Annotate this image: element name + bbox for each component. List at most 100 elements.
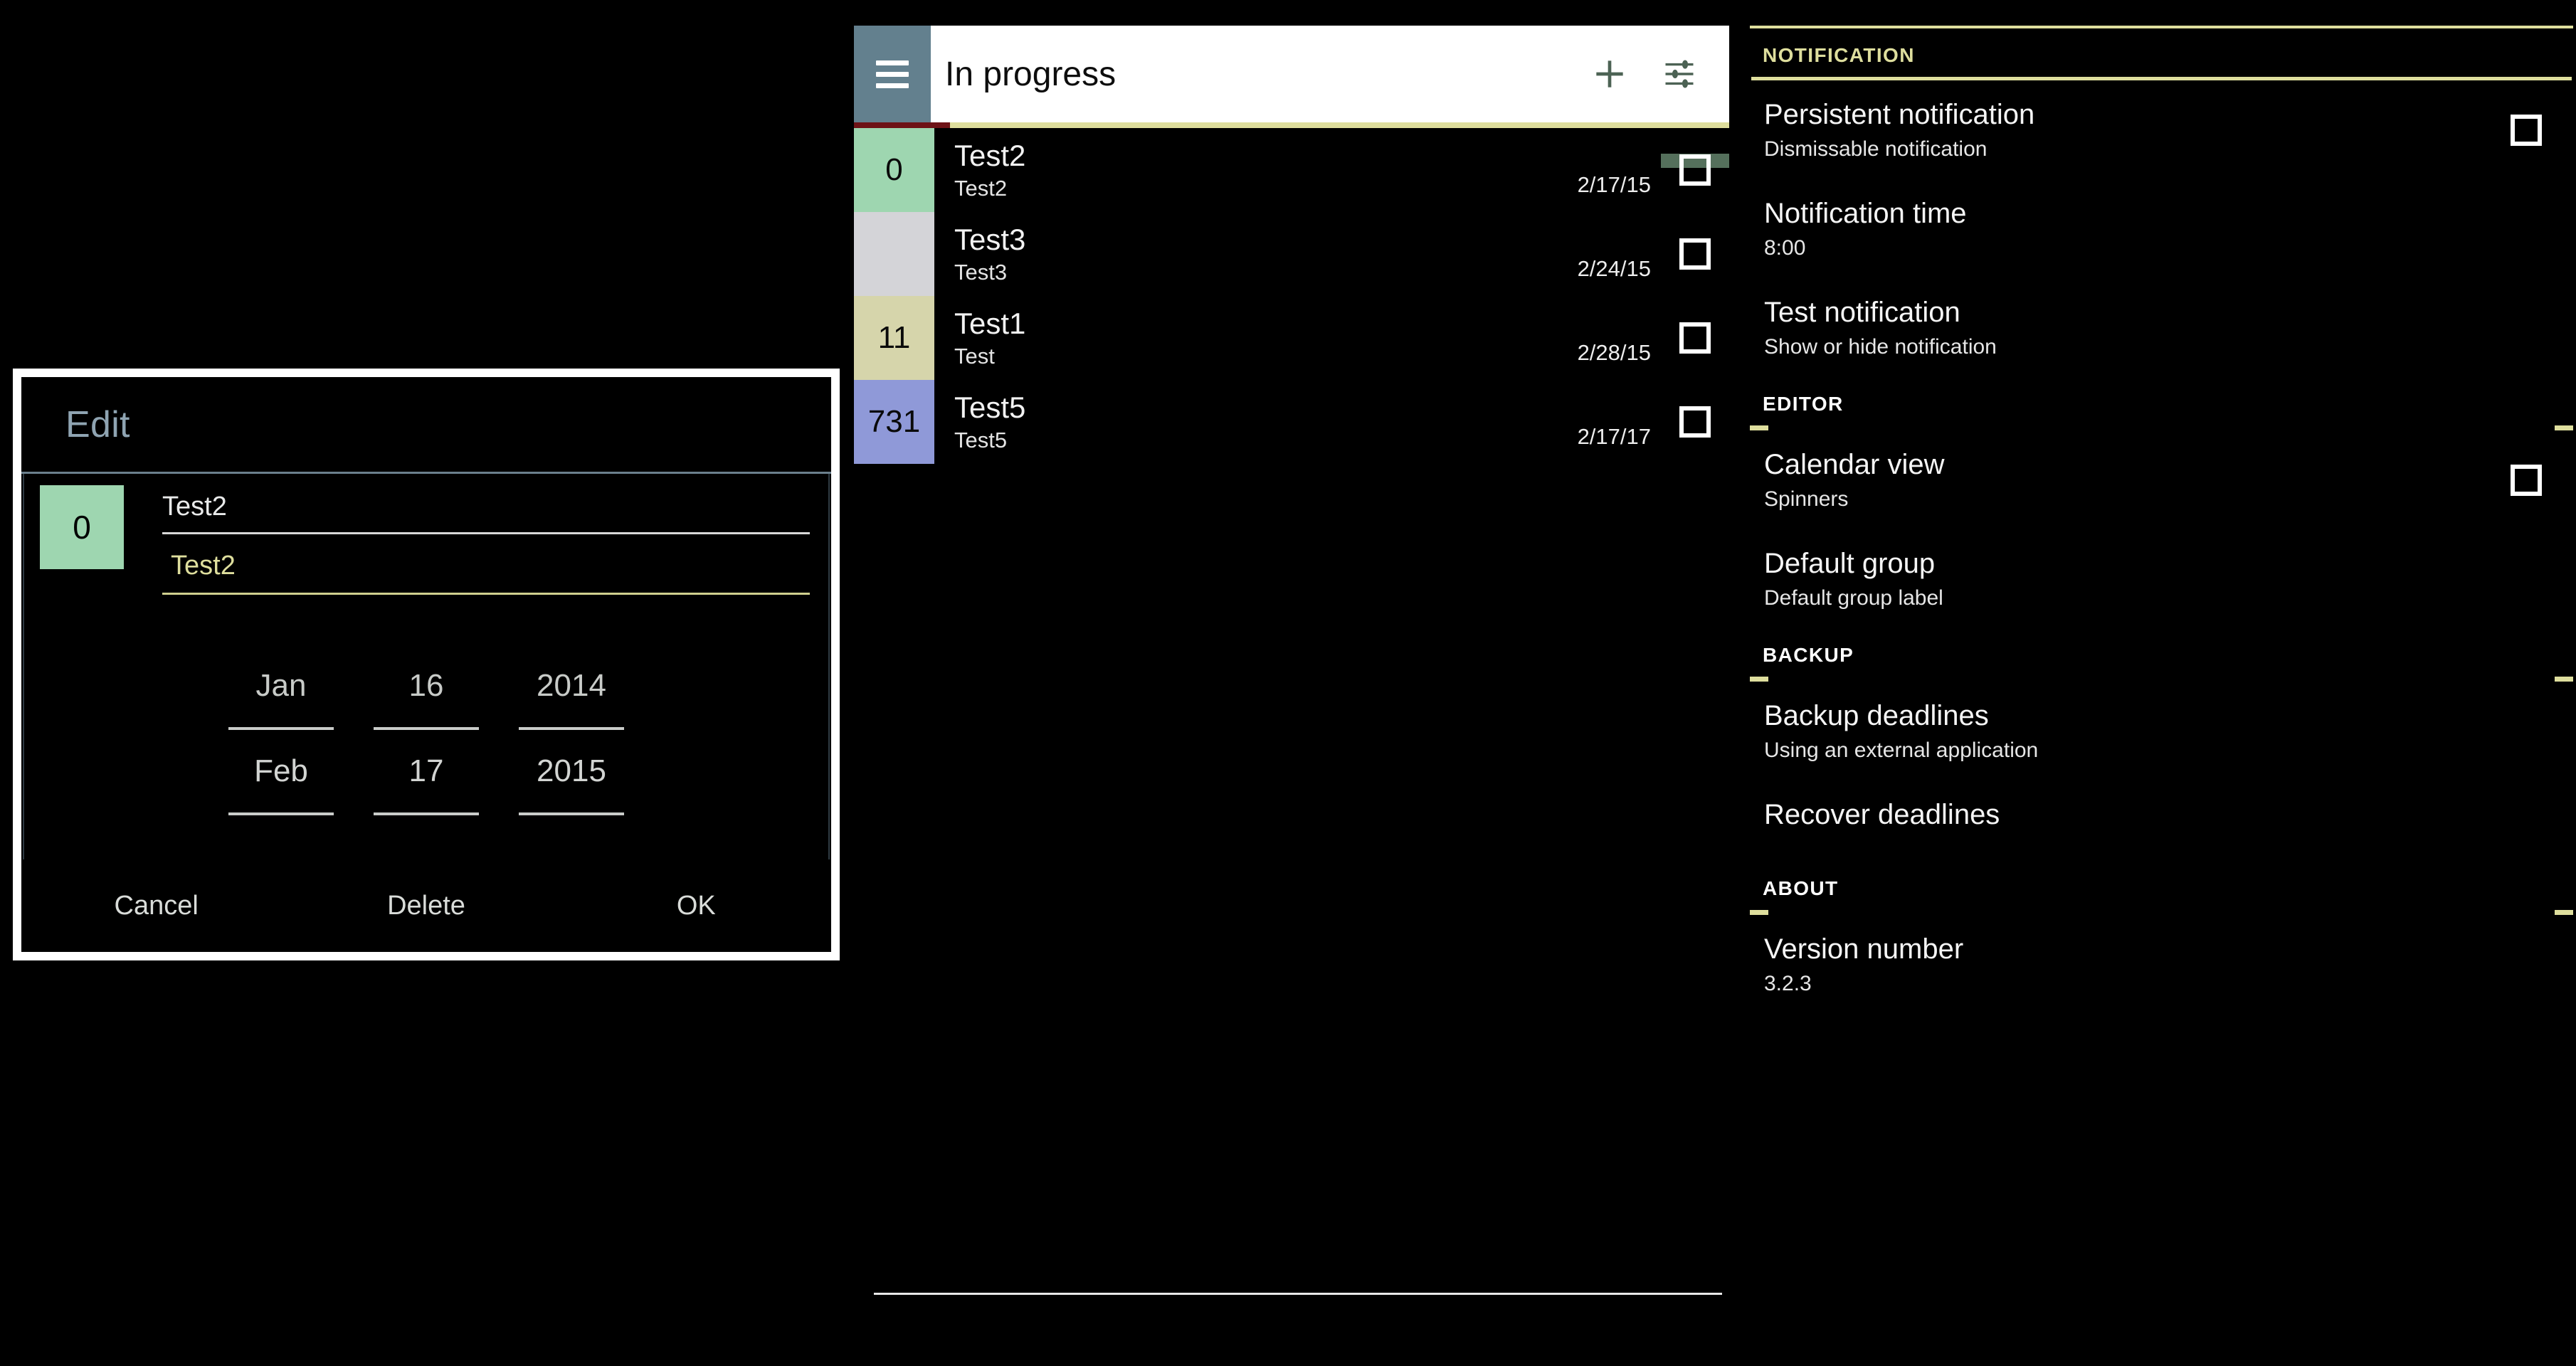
task-subtitle: Test: [954, 343, 995, 369]
task-list: 0 Test2 Test2 2/17/15 Test3 Test3 2/24/15 11 Tes…: [854, 128, 1729, 464]
edit-color-chip[interactable]: 0: [40, 485, 124, 569]
app-bar: In progress: [854, 26, 1729, 122]
task-subtitle: Test2: [954, 175, 1008, 201]
section-header: BACKUP: [1763, 644, 1854, 666]
year-spinner-divider-bottom: [519, 812, 624, 815]
preference-item[interactable]: Calendar view Spinners: [1747, 430, 2576, 529]
task-row[interactable]: 11 Test1 Test 2/28/15: [854, 296, 1729, 380]
task-row[interactable]: 731 Test5 Test5 2/17/17: [854, 380, 1729, 464]
screen-root: Edit 0 Test2 Test2 Jan Feb 16 17 2014 20…: [0, 0, 2576, 1366]
task-checkbox[interactable]: [1679, 406, 1711, 438]
month-spinner-prev[interactable]: Jan: [228, 653, 334, 719]
task-count: 11: [877, 320, 911, 355]
day-spinner-current[interactable]: 17: [374, 738, 479, 804]
edit-dialog-title: Edit: [65, 403, 130, 445]
settings-section: NOTIFICATION Persistent notification Dismi…: [1747, 28, 2576, 377]
task-color-chip: 11: [854, 296, 934, 380]
preference-summary: Spinners: [1764, 487, 1849, 511]
year-spinner-current[interactable]: 2015: [519, 738, 624, 804]
list-bottom-divider: [874, 1293, 1722, 1295]
preference-item[interactable]: Recover deadlines: [1747, 780, 2576, 862]
month-spinner-gap: [228, 824, 334, 840]
edit-name-value: Test2: [162, 492, 227, 521]
cancel-button[interactable]: Cancel: [21, 891, 291, 921]
edit-fields: Test2 Test2: [124, 485, 813, 605]
month-spinner-divider-top: [228, 727, 334, 730]
preference-summary: Dismissable notification: [1764, 137, 1988, 161]
preference-item[interactable]: Backup deadlines Using an external applic…: [1747, 682, 2576, 780]
preference-item[interactable]: Default group Default group label: [1747, 529, 2576, 628]
page-title: In progress: [945, 55, 1117, 93]
task-trailing: 2/24/15: [1516, 212, 1729, 296]
task-main: Test2 Test2: [934, 128, 1516, 212]
edit-description-field[interactable]: Test2: [152, 544, 813, 605]
section-divider: [1750, 677, 2573, 682]
task-color-chip: [854, 212, 934, 296]
task-checkbox[interactable]: [1679, 154, 1711, 186]
day-spinner-gap: [374, 824, 479, 840]
year-spinner-gap: [519, 824, 624, 840]
task-count: 731: [867, 404, 921, 439]
edit-dialog: Edit 0 Test2 Test2 Jan Feb 16 17 2014 20…: [21, 377, 831, 952]
menu-button[interactable]: [854, 26, 931, 122]
preference-item[interactable]: Notification time 8:00: [1747, 179, 2576, 278]
preference-summary: Using an external application: [1764, 738, 2039, 762]
task-date: 2/17/17: [1577, 424, 1651, 449]
edit-description-value: Test2: [171, 551, 236, 581]
task-main: Test5 Test5: [934, 380, 1516, 464]
settings-section: ABOUT Version number 3.2.3: [1747, 862, 2576, 1014]
task-list-panel: In progress 0 Test2 Test2 2/17/15 Test3 …: [854, 26, 1729, 1295]
section-header: EDITOR: [1763, 393, 1844, 415]
edit-dialog-actions: Cancel Delete OK: [21, 859, 831, 952]
preference-summary: 8:00: [1764, 236, 1806, 260]
task-row[interactable]: 0 Test2 Test2 2/17/15: [854, 128, 1729, 212]
task-subtitle: Test5: [954, 427, 1008, 452]
filter-button[interactable]: [1651, 46, 1708, 102]
preference-item[interactable]: Persistent notification Dismissable notif…: [1747, 80, 2576, 179]
task-main: Test1 Test: [934, 296, 1516, 380]
preference-title: Notification time: [1764, 198, 1967, 229]
task-row[interactable]: Test3 Test3 2/24/15: [854, 212, 1729, 296]
task-subtitle: Test3: [954, 259, 1008, 285]
preference-item[interactable]: Version number 3.2.3: [1747, 915, 2576, 1014]
day-spinner-prev[interactable]: 16: [374, 653, 479, 719]
hamburger-icon: [876, 54, 909, 95]
edit-name-field[interactable]: Test2: [152, 485, 813, 544]
task-color-chip: 0: [854, 128, 934, 212]
add-button[interactable]: [1581, 46, 1638, 102]
preference-title: Recover deadlines: [1764, 799, 2000, 830]
edit-dialog-window: Edit 0 Test2 Test2 Jan Feb 16 17 2014 20…: [13, 369, 840, 960]
delete-button[interactable]: Delete: [291, 891, 561, 921]
preference-item[interactable]: Test notification Show or hide notificati…: [1747, 278, 2576, 377]
task-main: Test3 Test3: [934, 212, 1516, 296]
task-color-chip: 731: [854, 380, 934, 464]
section-header: NOTIFICATION: [1763, 44, 1915, 66]
preference-title: Version number: [1764, 933, 1964, 965]
preference-title: Calendar view: [1764, 449, 1945, 480]
ok-button[interactable]: OK: [561, 891, 831, 921]
task-trailing: 2/17/17: [1516, 380, 1729, 464]
month-spinner-current[interactable]: Feb: [228, 738, 334, 804]
task-name: Test5: [954, 390, 1026, 424]
task-count: 0: [885, 152, 903, 187]
settings-section: EDITOR Calendar view Spinners Default group…: [1747, 377, 2576, 628]
task-name: Test2: [954, 138, 1026, 172]
preference-summary: Default group label: [1764, 586, 1943, 610]
day-spinner-divider-bottom: [374, 812, 479, 815]
preference-summary: 3.2.3: [1764, 972, 1812, 995]
task-date: 2/28/15: [1577, 340, 1651, 365]
edit-description-underline: [162, 593, 810, 595]
task-trailing: 2/28/15: [1516, 296, 1729, 380]
preference-checkbox[interactable]: [2511, 464, 2542, 496]
settings-section: BACKUP Backup deadlines Using an external …: [1747, 628, 2576, 862]
edit-name-underline: [162, 532, 810, 534]
year-spinner-prev[interactable]: 2014: [519, 653, 624, 719]
task-checkbox[interactable]: [1679, 322, 1711, 354]
settings-panel: NOTIFICATION Persistent notification Dismi…: [1747, 26, 2576, 1295]
app-bar-actions: [1581, 26, 1729, 122]
task-date: 2/24/15: [1577, 256, 1651, 281]
task-name: Test3: [954, 222, 1026, 256]
task-checkbox[interactable]: [1679, 238, 1711, 270]
preference-checkbox[interactable]: [2511, 114, 2542, 146]
task-trailing: 2/17/15: [1516, 128, 1729, 212]
